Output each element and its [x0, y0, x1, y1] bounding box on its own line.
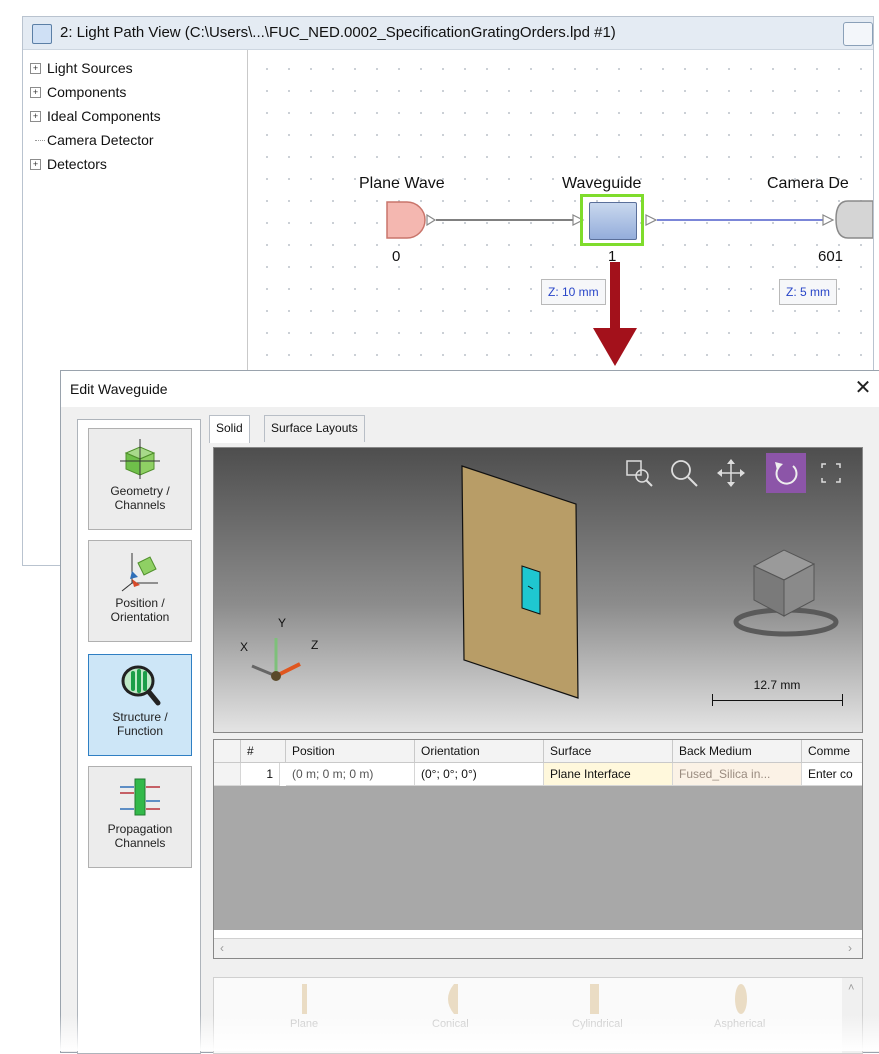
library-scrollbar[interactable]: ˄ [842, 978, 862, 1053]
axis-x-label: X [240, 640, 249, 654]
waveguide-component-icon[interactable] [589, 202, 637, 240]
expand-icon[interactable]: + [30, 111, 41, 122]
row-header-column [214, 740, 241, 763]
surface-table: # Position Orientation Surface Back Medi… [213, 739, 863, 959]
dialog-titlebar[interactable]: Edit Waveguide ✕ [61, 371, 879, 407]
scale-bar-line [712, 700, 842, 701]
library-item-aspherical[interactable]: Aspherical [714, 1018, 765, 1030]
window-menu-button[interactable] [843, 22, 873, 46]
nav-structure-function-button[interactable]: Structure / Function [88, 654, 192, 756]
table-empty-area [214, 786, 862, 930]
axis-y-label: Y [278, 616, 287, 630]
expand-icon[interactable]: + [30, 159, 41, 170]
nav-geometry-channels-button[interactable]: Geometry / Channels [88, 428, 192, 530]
expand-icon[interactable]: + [30, 63, 41, 74]
scale-bar-tick [842, 694, 843, 706]
column-header-back-medium[interactable]: Back Medium [673, 740, 802, 763]
scale-bar-label: 12.7 mm [753, 678, 801, 692]
nav-position-orientation-button[interactable]: Position / Orientation [88, 540, 192, 642]
axis-z-label: Z [311, 638, 319, 652]
aspherical-surface-icon[interactable] [731, 982, 751, 1016]
camera-detector-icon[interactable] [834, 198, 873, 242]
zoom-icon[interactable] [669, 458, 699, 488]
scroll-left-icon[interactable]: ‹ [220, 941, 224, 955]
conical-surface-icon[interactable] [440, 982, 460, 1016]
nav-label: Propagation Channels [107, 822, 173, 850]
waveguide-selection[interactable] [580, 194, 644, 246]
pan-icon[interactable] [716, 458, 746, 488]
light-path-connection [436, 219, 578, 221]
position-orientation-icon [121, 553, 158, 592]
geometry-channels-icon [120, 439, 160, 479]
pointer-arrow-icon [593, 262, 637, 366]
tree-connector [35, 140, 45, 141]
node-index-plane-wave: 0 [392, 248, 401, 265]
scale-bar: 12.7 mm [702, 678, 852, 718]
node-index-camera-detector: 601 [818, 248, 844, 265]
scroll-up-icon[interactable]: ˄ [848, 982, 854, 994]
horizontal-scrollbar[interactable]: ‹ › [214, 938, 862, 958]
plane-wave-source-icon[interactable] [383, 199, 443, 241]
light-path-view-titlebar[interactable]: 2: Light Path View (C:\Users\...\FUC_NED… [23, 17, 873, 50]
scroll-right-icon[interactable]: › [848, 941, 852, 955]
node-label-waveguide: Waveguide [562, 175, 642, 192]
column-header-orientation[interactable]: Orientation [415, 740, 544, 763]
light-path-connection [657, 219, 827, 221]
zoom-window-icon[interactable] [624, 458, 654, 488]
light-path-view-title: 2: Light Path View (C:\Users\...\FUC_NED… [60, 24, 616, 41]
nav-label: Position / Orientation [110, 596, 170, 624]
table-cell-comment[interactable]: Enter co [802, 763, 862, 786]
dialog-navigation: Geometry / Channels Position / Orientati… [77, 419, 201, 1054]
table-cell-position[interactable]: (0 m; 0 m; 0 m) [286, 763, 415, 786]
library-item-conical[interactable]: Conical [432, 1018, 469, 1030]
surface-library: Plane Conical Cylindrical Aspherical ˄ [213, 977, 863, 1054]
scale-bar-tick [712, 694, 713, 706]
view-cube-icon[interactable] [724, 530, 854, 640]
3d-view[interactable]: Y X Z 12.7 mm [213, 447, 863, 733]
column-header-position[interactable]: Position [286, 740, 415, 763]
library-item-cylindrical[interactable]: Cylindrical [572, 1018, 623, 1030]
rotate-icon[interactable] [766, 453, 806, 493]
node-label-camera-detector: Camera De [767, 175, 849, 192]
nav-propagation-channels-button[interactable]: Propagation Channels [88, 766, 192, 868]
table-cell-surface[interactable]: Plane Interface [544, 763, 673, 786]
structure-function-icon [121, 665, 161, 706]
light-path-view-icon [32, 24, 52, 44]
table-cell-number[interactable]: 1 [241, 763, 280, 786]
column-header-comment[interactable]: Comme [802, 740, 862, 763]
input-port-icon [822, 214, 835, 226]
tab-surface-layouts[interactable]: Surface Layouts [264, 415, 365, 442]
waveguide-plate-render [461, 465, 579, 699]
library-item-plane[interactable]: Plane [290, 1018, 318, 1030]
output-port-icon [645, 214, 658, 226]
expand-icon[interactable]: + [30, 87, 41, 98]
nav-label: Structure / Function [112, 710, 168, 738]
cylindrical-surface-icon[interactable] [588, 982, 602, 1016]
propagation-channels-icon [120, 778, 160, 816]
close-icon[interactable]: ✕ [852, 377, 874, 399]
column-header-number[interactable]: # [241, 740, 286, 763]
node-label-plane-wave: Plane Wave [359, 175, 445, 192]
row-selector[interactable] [214, 763, 241, 786]
edit-waveguide-dialog: Edit Waveguide ✕ Geometry / Channels Pos… [60, 370, 879, 1054]
plane-surface-icon[interactable] [300, 982, 310, 1016]
table-cell-back-medium[interactable]: Fused_Silica in... [673, 763, 802, 786]
dialog-title: Edit Waveguide [70, 381, 168, 397]
table-cell-orientation[interactable]: (0°; 0°; 0°) [415, 763, 544, 786]
z-distance-camera-detector[interactable]: Z: 5 mm [779, 279, 837, 305]
nav-label: Geometry / Channels [110, 484, 170, 512]
fit-icon[interactable] [816, 458, 846, 488]
tab-solid[interactable]: Solid [209, 415, 250, 443]
column-header-surface[interactable]: Surface [544, 740, 673, 763]
